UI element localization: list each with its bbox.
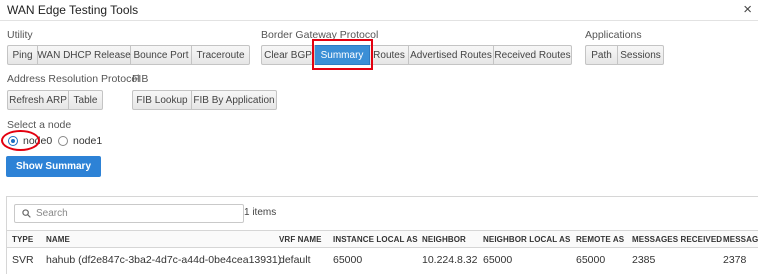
sessions-button[interactable]: Sessions (618, 45, 664, 65)
item-count: 1 items (244, 207, 277, 218)
column-header-messages-received[interactable]: MESSAGES RECEIVED (632, 235, 722, 244)
fib-lookup-button[interactable]: FIB Lookup (132, 90, 192, 110)
ping-button[interactable]: Ping (7, 45, 38, 65)
utility-button-group: Ping WAN DHCP Release Bounce Port Tracer… (7, 45, 250, 65)
search-box[interactable] (14, 204, 244, 223)
arp-table-button[interactable]: Table (69, 90, 103, 110)
applications-button-group: Path Sessions (585, 45, 664, 65)
cell-name: hahub (df2e847c-3ba2-4d7c-a44d-0be4cea13… (46, 254, 282, 266)
fib-label: FIB (132, 73, 149, 85)
cell-instance-local-as: 65000 (333, 254, 363, 266)
summary-highlight-box (312, 39, 373, 70)
cell-messages-received: 2385 (632, 254, 656, 266)
cell-remote-as: 65000 (576, 254, 606, 266)
cell-messages-sent: 2378 (723, 254, 747, 266)
bounce-port-button[interactable]: Bounce Port (131, 45, 192, 65)
utility-label: Utility (7, 29, 33, 41)
arp-button-group: Refresh ARP Table (7, 90, 103, 110)
path-button[interactable]: Path (585, 45, 618, 65)
column-header-neighbor-local-as[interactable]: NEIGHBOR LOCAL AS (483, 235, 570, 244)
table-header: TYPE NAME VRF NAME INSTANCE LOCAL AS NEI… (7, 230, 758, 248)
column-header-messages-sent[interactable]: MESSAGE (723, 235, 758, 244)
advertised-routes-button[interactable]: Advertised Routes (409, 45, 494, 65)
show-summary-button[interactable]: Show Summary (6, 156, 101, 177)
column-header-name[interactable]: NAME (46, 235, 70, 244)
radio-node1-control[interactable] (58, 136, 68, 146)
bgp-button-group: Clear BGP Summary Routes Advertised Rout… (261, 45, 572, 65)
fib-by-application-button[interactable]: FIB By Application (192, 90, 277, 110)
results-panel: 1 items TYPE NAME VRF NAME INSTANCE LOCA… (6, 196, 758, 274)
search-icon (22, 209, 31, 218)
title-bar: WAN Edge Testing Tools × (0, 0, 758, 21)
column-header-vrf-name[interactable]: VRF NAME (279, 235, 322, 244)
clear-bgp-button[interactable]: Clear BGP (261, 45, 315, 65)
fib-button-group: FIB Lookup FIB By Application (132, 90, 277, 110)
column-header-instance-local-as[interactable]: INSTANCE LOCAL AS (333, 235, 418, 244)
traceroute-button[interactable]: Traceroute (192, 45, 250, 65)
column-header-type[interactable]: TYPE (12, 235, 33, 244)
close-icon[interactable]: × (743, 1, 752, 19)
applications-label: Applications (585, 29, 642, 41)
radio-node1[interactable]: node1 (58, 135, 102, 147)
cell-neighbor-local-as: 65000 (483, 254, 513, 266)
received-routes-button[interactable]: Received Routes (494, 45, 572, 65)
refresh-arp-button[interactable]: Refresh ARP (7, 90, 69, 110)
cell-vrf-name: default (279, 254, 311, 266)
column-header-remote-as[interactable]: REMOTE AS (576, 235, 624, 244)
node0-highlight-ellipse (1, 130, 40, 151)
arp-label: Address Resolution Protocol (7, 73, 140, 85)
wan-dhcp-release-button[interactable]: WAN DHCP Release (37, 45, 131, 65)
routes-button[interactable]: Routes (370, 45, 409, 65)
search-input[interactable] (36, 206, 236, 221)
table-row[interactable]: SVR hahub (df2e847c-3ba2-4d7c-a44d-0be4c… (7, 248, 758, 270)
cell-type: SVR (12, 254, 34, 266)
window-title: WAN Edge Testing Tools (7, 3, 139, 17)
column-header-neighbor[interactable]: NEIGHBOR (422, 235, 466, 244)
radio-node1-label: node1 (73, 135, 103, 147)
cell-neighbor: 10.224.8.32 (422, 254, 478, 266)
